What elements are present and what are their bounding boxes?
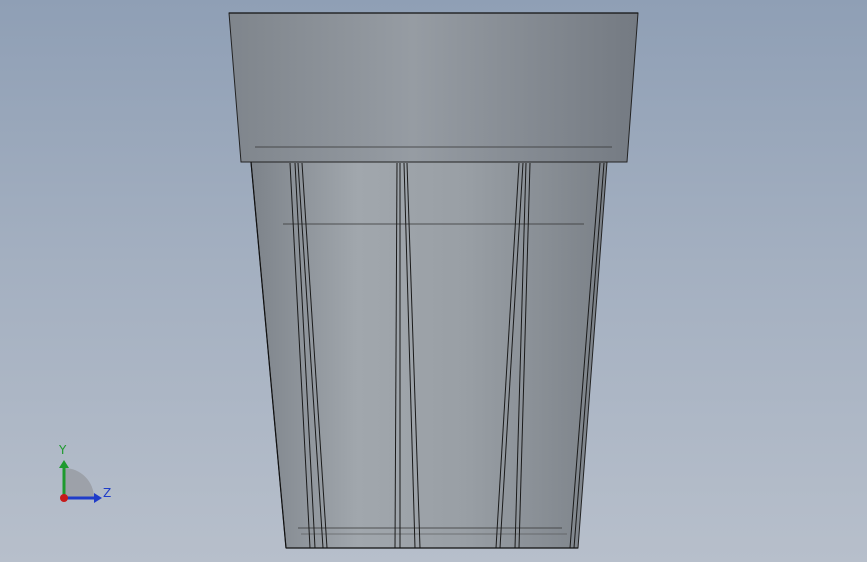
y-axis-arrow (59, 460, 69, 468)
triad-quarter-disc (64, 468, 94, 498)
y-axis-label: Y (58, 443, 67, 457)
cup-body[interactable] (250, 161, 608, 549)
x-axis-dot (60, 494, 68, 502)
graphics-viewport[interactable]: Y Z (0, 0, 867, 562)
z-axis-label: Z (103, 486, 111, 500)
orientation-triad: Y Z (58, 443, 111, 503)
z-axis-arrow (94, 493, 102, 503)
model-view[interactable] (0, 0, 867, 562)
cup-rim[interactable] (228, 12, 639, 163)
